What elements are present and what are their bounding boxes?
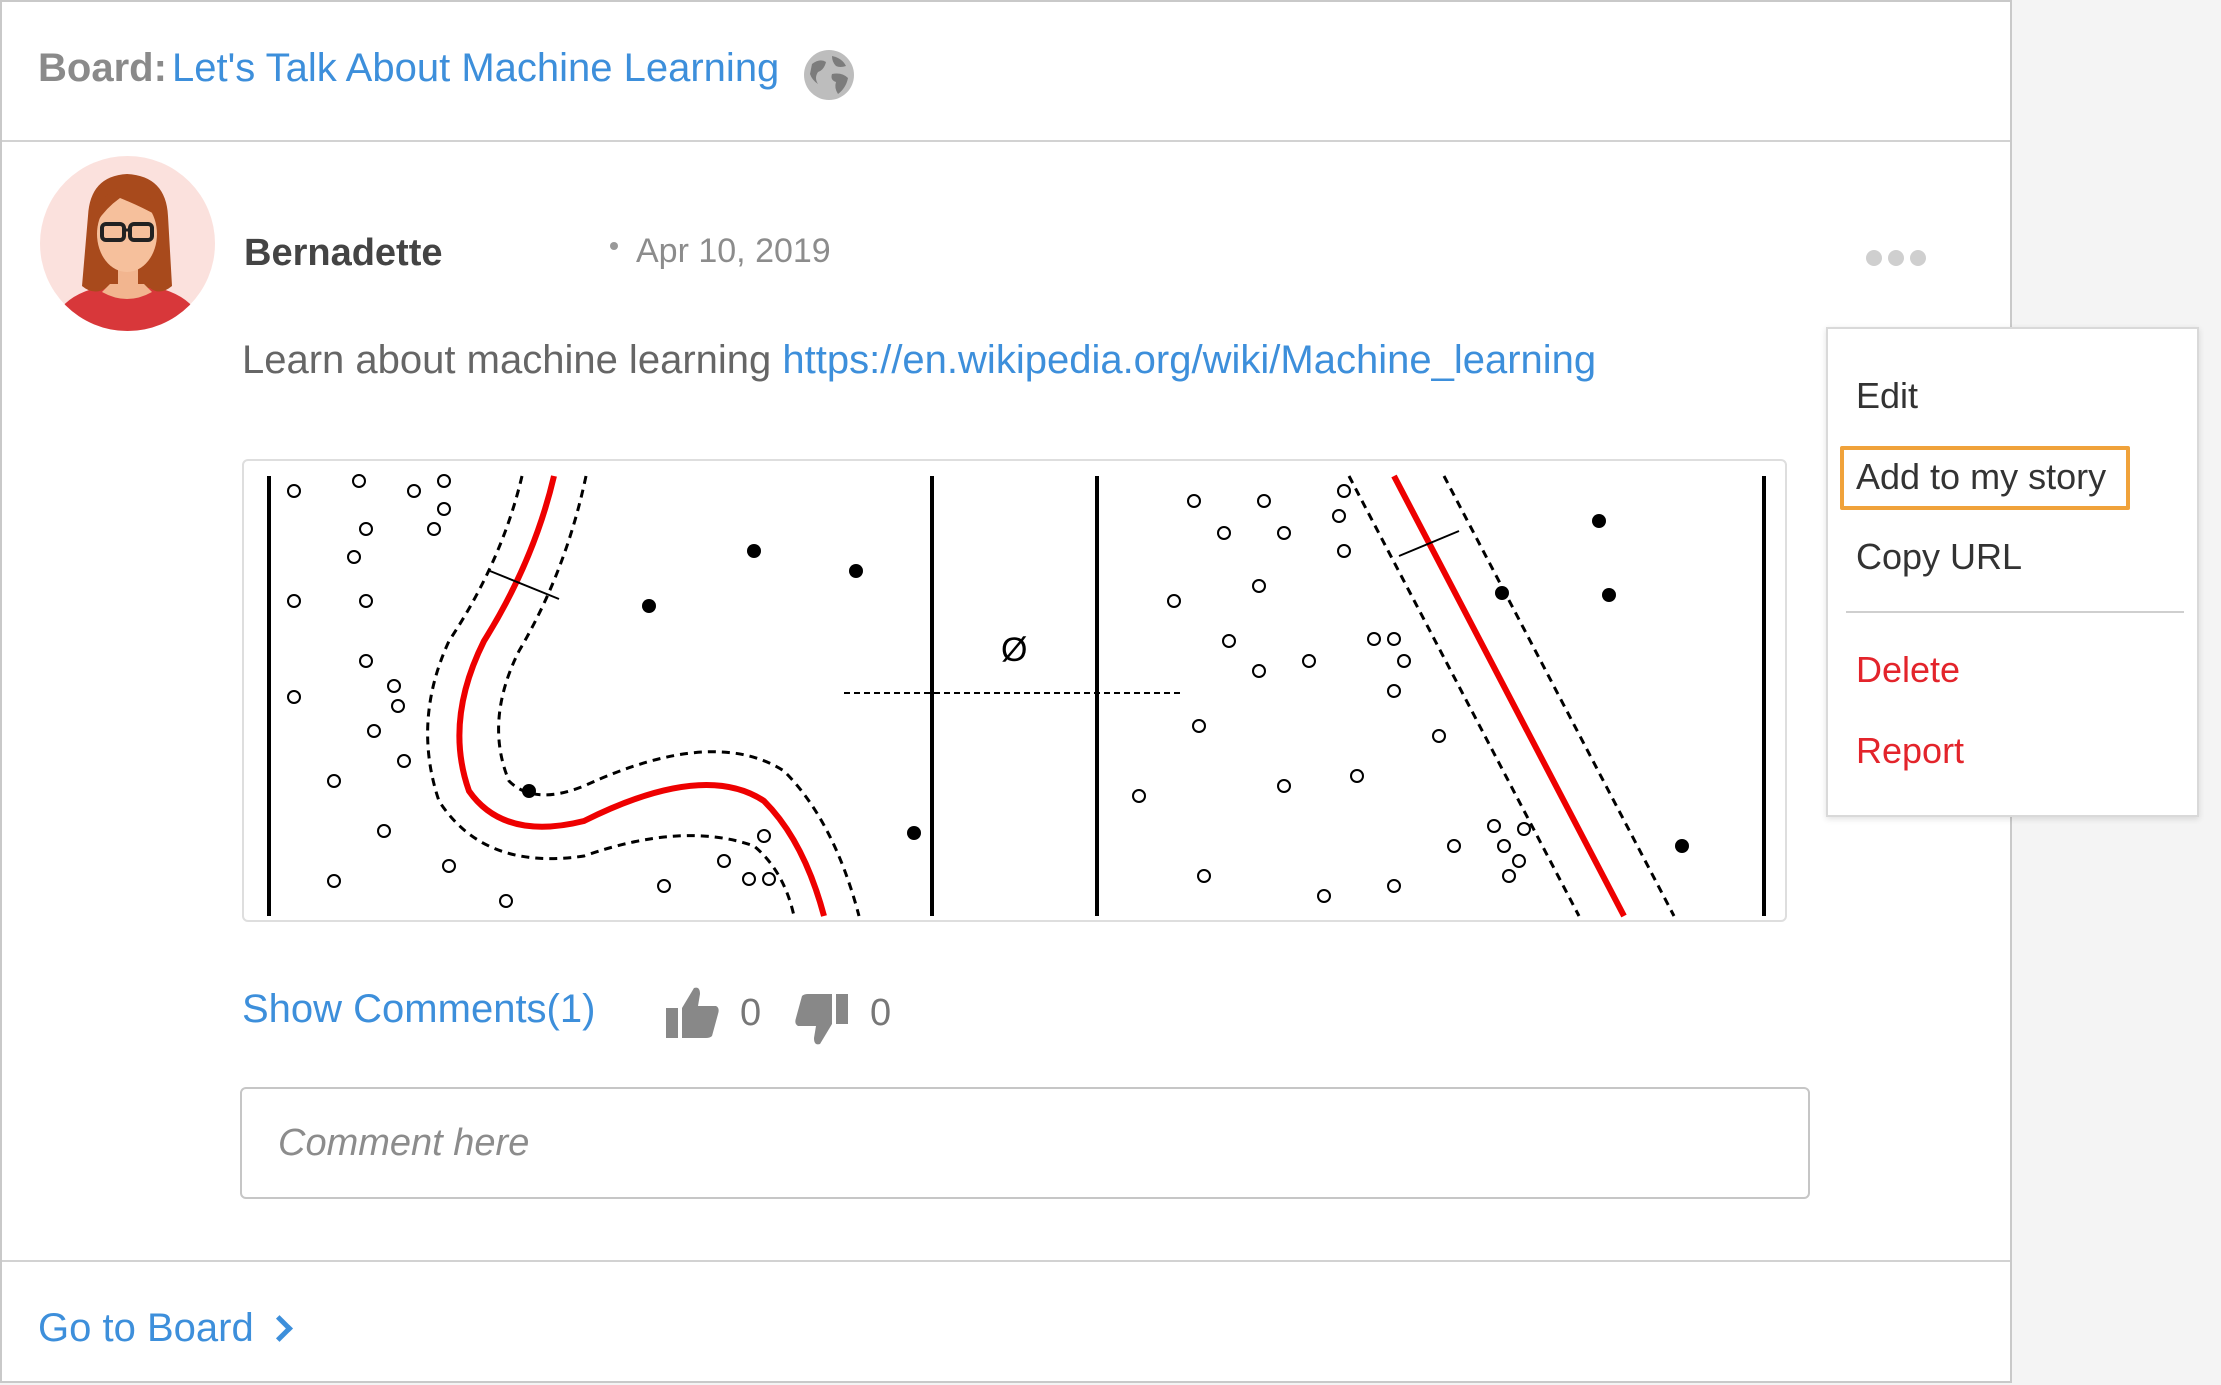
go-to-board-label: Go to Board — [38, 1306, 254, 1350]
post-text: Learn about machine learning https://en.… — [242, 338, 1596, 383]
menu-item-add-to-story[interactable]: Add to my story — [1856, 456, 2106, 498]
more-options-button[interactable] — [1866, 250, 1946, 280]
board-header: Board: Let's Talk About Machine Learning — [2, 2, 2010, 142]
menu-item-copy-url[interactable]: Copy URL — [1856, 536, 2022, 578]
dislikes-count: 0 — [870, 992, 892, 1034]
post-image[interactable]: Ø — [242, 459, 1787, 922]
likes-count: 0 — [740, 992, 762, 1034]
comment-input[interactable] — [240, 1087, 1810, 1199]
menu-item-delete[interactable]: Delete — [1856, 649, 1960, 691]
separator-dot — [610, 242, 618, 250]
menu-divider — [1846, 611, 2184, 613]
post-date: Apr 10, 2019 — [636, 232, 831, 270]
board-link[interactable]: Let's Talk About Machine Learning — [172, 46, 779, 91]
footer-divider — [2, 1260, 2010, 1262]
post-text-body: Learn about machine learning — [242, 338, 783, 382]
dot-icon — [1888, 250, 1904, 266]
svm-illustration: Ø — [267, 474, 1766, 918]
dot-icon — [1910, 250, 1926, 266]
post-link[interactable]: https://en.wikipedia.org/wiki/Machine_le… — [782, 338, 1596, 382]
go-to-board-link[interactable]: Go to Board — [38, 1306, 293, 1351]
dot-icon — [1866, 250, 1882, 266]
show-comments-link[interactable]: Show Comments(1) — [242, 987, 595, 1032]
globe-icon — [804, 50, 854, 100]
avatar — [40, 156, 215, 331]
thumbs-up-icon[interactable] — [662, 982, 722, 1042]
figure-symbol: Ø — [1001, 631, 1027, 669]
menu-item-edit[interactable]: Edit — [1856, 375, 1918, 417]
menu-item-report[interactable]: Report — [1856, 730, 1964, 772]
options-menu: Edit Add to my story Copy URL Delete Rep… — [1826, 327, 2199, 817]
thumbs-down-icon[interactable] — [792, 990, 852, 1050]
board-label: Board: — [38, 46, 167, 90]
post-card: Board: Let's Talk About Machine Learning… — [0, 0, 2012, 1383]
author-name[interactable]: Bernadette — [244, 232, 443, 275]
chevron-right-icon — [265, 1315, 293, 1342]
